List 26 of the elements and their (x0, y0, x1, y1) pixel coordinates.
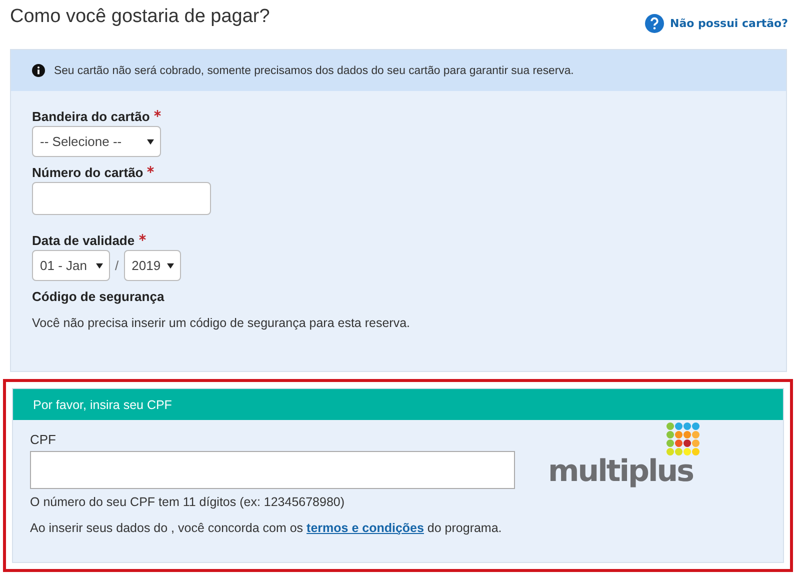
caret-icon (166, 262, 174, 268)
no-card-link[interactable]: Não possui cartão? (645, 14, 788, 33)
cpf-field[interactable] (30, 451, 515, 489)
field-label: Número do cartão (32, 165, 144, 180)
caret-icon (147, 138, 154, 144)
page-title: Como você gostaria de pagar? (10, 6, 270, 28)
cpf-label: CPF (30, 432, 57, 447)
security-code-note: Você não precisa inserir um código de segurança para esta reserva. (32, 316, 411, 330)
info-icon (32, 64, 45, 77)
month-select[interactable]: 01 - Jan (32, 250, 110, 281)
field-label: Data de validade (32, 233, 135, 248)
field-label: Bandeira do cartão (32, 109, 150, 124)
logo-wordmark: multiplus (548, 454, 693, 489)
info-text: Seu cartão não será cobrado, somente precisamos dos dados do seu cartão para garantir sua reserva. (54, 64, 574, 76)
date-separator: / (115, 258, 119, 273)
logo-dots-icon (666, 422, 700, 456)
terms-link[interactable]: termos e condições (306, 521, 424, 535)
year-select[interactable]: 2019 (124, 250, 181, 281)
help-icon (645, 14, 664, 33)
cpf-hint: O número do seu CPF tem 11 dígitos (ex: 12345678980) (30, 495, 346, 509)
card-brand-select[interactable]: -- Selecione -- (32, 126, 161, 157)
field-label: Código de segurança (32, 289, 164, 304)
cpf-header: Por favor, insira seu CPF (13, 389, 783, 420)
card-number-field[interactable] (32, 182, 211, 215)
caret-icon (96, 262, 103, 268)
terms-text: Ao inserir seus dados do , você concorda com os termos e condições do programa. (30, 521, 503, 535)
